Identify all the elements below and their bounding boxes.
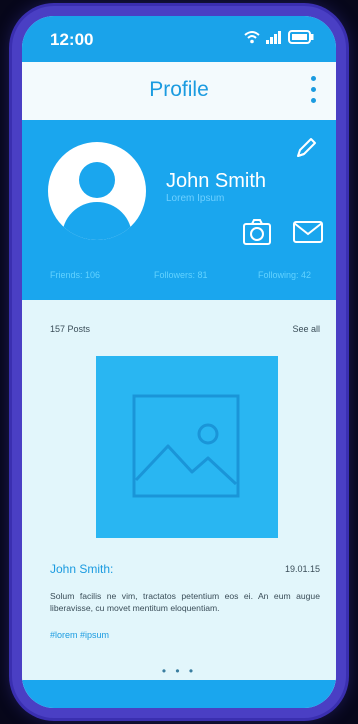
status-icons <box>244 30 314 44</box>
post-tags[interactable]: #lorem #ipsum <box>50 630 109 640</box>
stat-friends[interactable]: Friends: 106 <box>50 270 100 280</box>
stat-following[interactable]: Following: 42 <box>258 270 311 280</box>
wifi-icon <box>244 31 260 44</box>
edit-icon[interactable] <box>294 136 318 160</box>
profile-stats: Friends: 106 Followers: 81 Following: 42 <box>22 270 336 286</box>
posts-section: 157 Posts See all John Smith: 19.01.15 S… <box>22 300 336 700</box>
signal-icon <box>266 31 281 44</box>
more-vertical-icon[interactable] <box>308 76 318 108</box>
post-author[interactable]: John Smith: <box>50 562 113 576</box>
pagination-dots[interactable]: • • • <box>22 664 336 678</box>
phone-frame: 12:00 Profile John Smith Lorem Ipsum Fri… <box>12 6 346 718</box>
posts-count: 157 Posts <box>50 324 91 334</box>
status-time: 12:00 <box>50 30 94 49</box>
battery-icon <box>288 30 314 44</box>
post-image[interactable] <box>96 356 278 538</box>
status-bar: 12:00 <box>22 16 336 62</box>
avatar-body <box>62 202 132 240</box>
camera-icon[interactable] <box>242 218 272 246</box>
stat-followers[interactable]: Followers: 81 <box>154 270 208 280</box>
see-all-link[interactable]: See all <box>292 324 320 334</box>
phone-screen: 12:00 Profile John Smith Lorem Ipsum Fri… <box>22 16 336 708</box>
mail-icon[interactable] <box>292 220 324 244</box>
avatar-head <box>79 162 115 198</box>
profile-name: John Smith <box>166 170 267 192</box>
avatar[interactable] <box>48 142 146 240</box>
post-text: Solum facilis ne vim, tractatos petentiu… <box>50 591 320 613</box>
post-date: 19.01.15 <box>284 564 320 574</box>
image-placeholder-icon <box>132 394 240 498</box>
profile-subtitle: Lorem Ipsum <box>166 193 225 204</box>
profile-header: John Smith Lorem Ipsum Friends: 106 Foll… <box>22 120 336 300</box>
app-bar: Profile <box>22 62 336 120</box>
page-title: Profile <box>149 78 209 101</box>
bottom-bar <box>22 680 336 708</box>
